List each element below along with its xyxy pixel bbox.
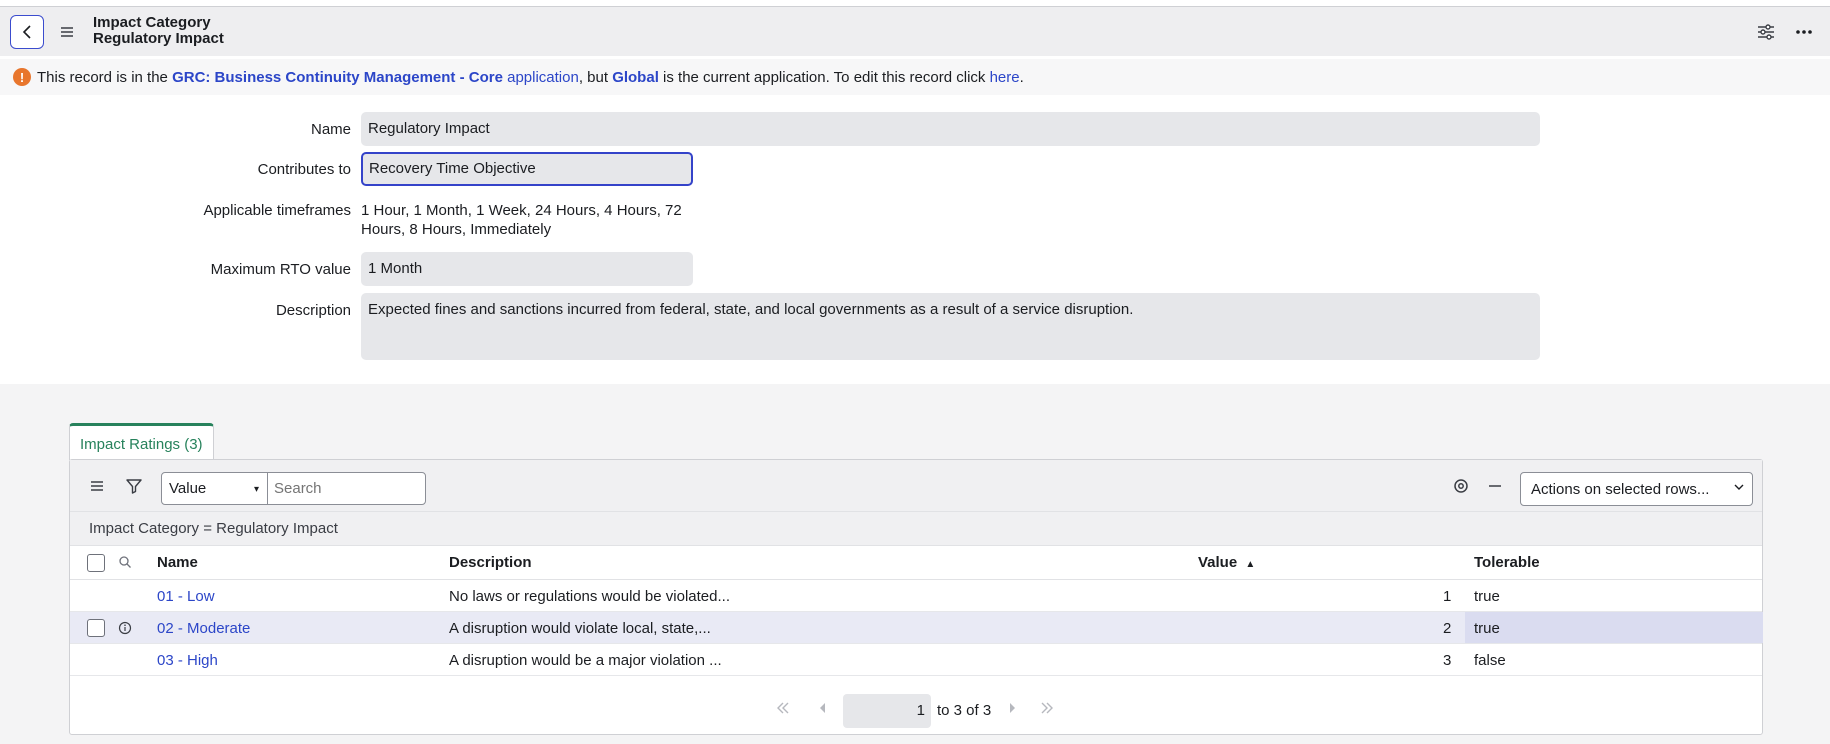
selected-cell: [1465, 612, 1763, 643]
filter-icon[interactable]: [125, 477, 143, 495]
column-header-description[interactable]: Description: [449, 554, 532, 571]
name-field[interactable]: Regulatory Impact: [361, 112, 1540, 146]
here-link[interactable]: here: [990, 69, 1020, 86]
page-number-input[interactable]: 1: [843, 694, 931, 728]
row-value: 2: [1443, 620, 1452, 637]
column-header-name[interactable]: Name: [157, 554, 198, 571]
maximum-rto-field[interactable]: 1 Month: [361, 252, 693, 286]
chevron-left-icon: [22, 25, 31, 39]
column-header-tolerable[interactable]: Tolerable: [1474, 554, 1540, 571]
tab-impact-ratings[interactable]: Impact Ratings (3): [69, 423, 214, 460]
caret-down-icon: ▾: [253, 484, 259, 495]
table-row: 02 - Moderate A disruption would violate…: [70, 612, 1763, 644]
breadcrumb[interactable]: Impact Category = Regulatory Impact: [89, 520, 338, 537]
row-value: 3: [1443, 652, 1452, 669]
row-tolerable[interactable]: true: [1474, 620, 1500, 637]
hamburger-icon[interactable]: [58, 23, 76, 41]
search-icon[interactable]: [118, 555, 132, 569]
select-all-checkbox[interactable]: [87, 554, 105, 572]
table-row: 01 - Low No laws or regulations would be…: [70, 580, 1762, 612]
gear-icon[interactable]: [1452, 477, 1470, 495]
row-description: No laws or regulations would be violated…: [449, 588, 730, 605]
applicable-timeframes-label: Applicable timeframes: [203, 202, 351, 219]
scope-notice: ! This record is in the GRC: Business Co…: [0, 59, 1830, 95]
name-label: Name: [310, 121, 351, 138]
row-name-link[interactable]: 03 - High: [157, 652, 218, 669]
collapse-icon[interactable]: [1486, 477, 1504, 495]
maximum-rto-label: Maximum RTO value: [210, 261, 351, 278]
app-name-link[interactable]: GRC: Business Continuity Management - Co…: [172, 69, 503, 86]
sort-ascending-icon: ▲: [1245, 559, 1256, 570]
more-icon[interactable]: [1793, 22, 1815, 42]
chevron-down-icon: [1734, 484, 1744, 490]
row-name-link[interactable]: 02 - Moderate: [157, 620, 250, 637]
search-field-select[interactable]: Value ▾: [161, 472, 268, 505]
previous-page-icon[interactable]: [816, 702, 830, 714]
search-input[interactable]: [267, 472, 426, 505]
column-header-value[interactable]: Value ▲: [1198, 554, 1255, 571]
info-icon[interactable]: [118, 621, 132, 635]
list-toolbar: Value ▾ Actions on selected rows...: [70, 460, 1762, 512]
row-value: 1: [1443, 588, 1452, 605]
sliders-icon[interactable]: [1755, 22, 1777, 42]
impact-ratings-list: Value ▾ Actions on selected rows... Impa…: [69, 459, 1763, 735]
table-row: 03 - High A disruption would be a major …: [70, 644, 1762, 676]
filter-breadcrumb-row: Impact Category = Regulatory Impact: [70, 512, 1762, 546]
row-description: A disruption would be a major violation …: [449, 652, 722, 669]
row-tolerable: true: [1474, 588, 1500, 605]
applicable-timeframes-value: 1 Hour, 1 Month, 1 Week, 24 Hours, 4 Hou…: [361, 202, 682, 238]
contributes-to-label: Contributes to: [257, 161, 351, 178]
record-name: Regulatory Impact: [93, 30, 224, 47]
list-menu-icon[interactable]: [88, 477, 106, 495]
application-link[interactable]: application: [507, 69, 579, 86]
actions-select[interactable]: Actions on selected rows...: [1520, 472, 1753, 506]
description-field[interactable]: Expected fines and sanctions incurred fr…: [361, 293, 1540, 360]
last-page-icon[interactable]: [1040, 702, 1054, 714]
first-page-icon[interactable]: [776, 702, 790, 714]
page-range-text: to 3 of 3: [937, 702, 992, 719]
row-tolerable: false: [1474, 652, 1506, 669]
column-header-row: Name Description Value ▲ Tolerable: [70, 546, 1762, 580]
current-app-link[interactable]: Global: [612, 69, 659, 86]
record-header: Impact Category Regulatory Impact: [0, 6, 1830, 56]
back-button[interactable]: [10, 15, 44, 49]
row-name-link[interactable]: 01 - Low: [157, 588, 215, 605]
description-label: Description: [275, 302, 351, 319]
warning-icon: !: [13, 68, 31, 86]
record-type: Impact Category: [93, 14, 211, 31]
contributes-to-field[interactable]: Recovery Time Objective: [361, 152, 693, 186]
next-page-icon[interactable]: [1005, 702, 1019, 714]
pagination: 1 to 3 of 3: [70, 678, 1762, 734]
row-checkbox[interactable]: [87, 619, 105, 637]
row-description: A disruption would violate local, state,…: [449, 620, 711, 637]
page-title: Impact Category Regulatory Impact: [93, 15, 224, 47]
